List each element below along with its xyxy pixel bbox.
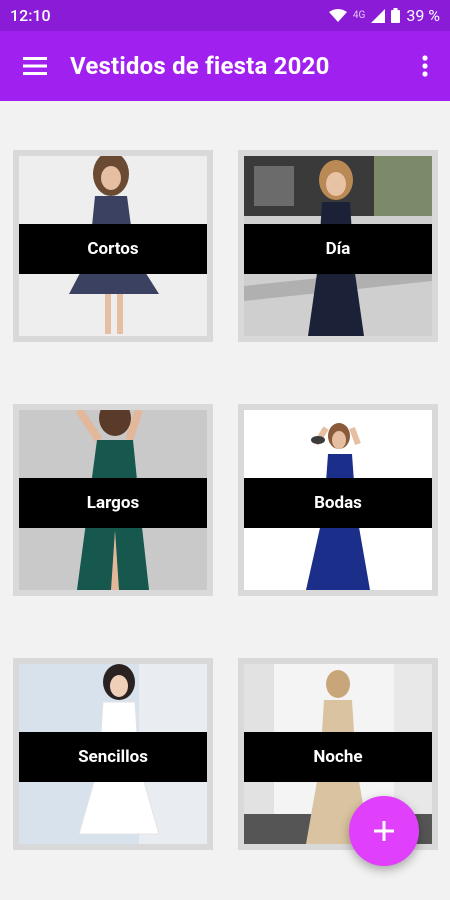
category-photo: Cortos bbox=[19, 156, 207, 336]
battery-icon bbox=[391, 8, 401, 23]
page-title: Vestidos de fiesta 2020 bbox=[70, 52, 330, 80]
status-icons: 4G 39 % bbox=[328, 6, 440, 25]
wifi-icon bbox=[328, 8, 347, 22]
more-vert-icon bbox=[422, 55, 428, 77]
category-label: Bodas bbox=[244, 478, 432, 528]
battery-percent: 39 % bbox=[406, 6, 440, 25]
menu-button[interactable] bbox=[0, 31, 70, 101]
category-card-sencillos[interactable]: Sencillos bbox=[13, 658, 213, 850]
status-bar: 12:10 4G 39 % bbox=[0, 0, 450, 31]
category-photo: Sencillos bbox=[19, 664, 207, 844]
network-type: 4G bbox=[352, 10, 366, 21]
app-bar: Vestidos de fiesta 2020 bbox=[0, 31, 450, 101]
category-photo: Día bbox=[244, 156, 432, 336]
add-fab-button[interactable] bbox=[349, 796, 419, 866]
category-card-bodas[interactable]: Bodas bbox=[238, 404, 438, 596]
category-label: Noche bbox=[244, 732, 432, 782]
category-card-dia[interactable]: Día bbox=[238, 150, 438, 342]
category-label: Sencillos bbox=[19, 732, 207, 782]
signal-icon bbox=[371, 8, 386, 23]
hamburger-menu-icon bbox=[23, 57, 47, 75]
category-photo: Largos bbox=[19, 410, 207, 590]
app-screen: 12:10 4G 39 % Vestidos de fiesta 2020 Co… bbox=[0, 0, 450, 900]
category-card-largos[interactable]: Largos bbox=[13, 404, 213, 596]
category-label: Cortos bbox=[19, 224, 207, 274]
plus-icon bbox=[374, 821, 394, 841]
overflow-menu-button[interactable] bbox=[400, 31, 450, 101]
status-time: 12:10 bbox=[10, 6, 51, 25]
category-grid: Cortos Día Largos Bodas Sencillos Noche bbox=[13, 150, 438, 850]
category-label: Día bbox=[244, 224, 432, 274]
category-label: Largos bbox=[19, 478, 207, 528]
category-card-cortos[interactable]: Cortos bbox=[13, 150, 213, 342]
category-photo: Bodas bbox=[244, 410, 432, 590]
